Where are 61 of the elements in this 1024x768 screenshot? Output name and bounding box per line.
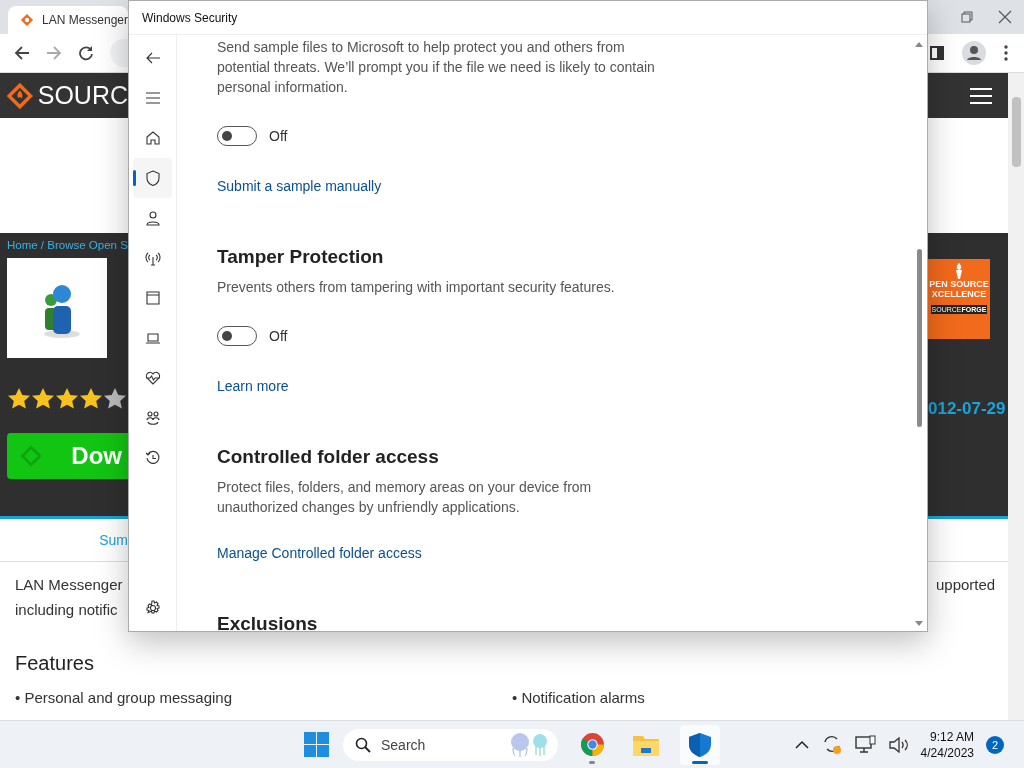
taskbar-app[interactable]	[680, 724, 720, 765]
people-icon	[144, 410, 161, 426]
close-icon[interactable]	[997, 10, 1012, 24]
section-heading: Exclusions	[217, 613, 318, 631]
window-icon	[144, 290, 161, 306]
menu-icon	[144, 90, 161, 106]
restore-icon[interactable]	[960, 11, 973, 23]
laptop-icon	[144, 330, 161, 346]
section-heading: Controlled folder access	[217, 446, 439, 468]
scrollbar[interactable]	[1008, 73, 1024, 720]
nav-item[interactable]	[133, 158, 172, 198]
notification-badge[interactable]: 2	[986, 735, 1004, 754]
back-icon[interactable]	[14, 45, 30, 61]
start-icon[interactable]	[304, 732, 329, 757]
chrome-icon	[579, 732, 605, 757]
link[interactable]: Manage Controlled folder access	[217, 545, 422, 561]
date-text: 012-07-29	[928, 399, 1006, 419]
link[interactable]: Submit a sample manually	[217, 178, 382, 194]
section-description: Protect files, folders, and memory areas on your device from unauthorized changes by unfriendly applications.	[217, 478, 593, 517]
home-icon	[144, 130, 161, 146]
history-icon	[144, 450, 161, 466]
shield-icon	[144, 170, 161, 186]
search-icon	[355, 736, 371, 753]
diamond-icon	[20, 12, 34, 28]
person-icon	[144, 210, 161, 226]
scroll-down-icon[interactable]	[915, 621, 923, 627]
feature-item: • Notification alarms	[512, 689, 646, 706]
search-box[interactable]: Search	[343, 728, 558, 761]
profile-icon[interactable]	[962, 41, 986, 65]
side-panel-icon[interactable]	[930, 46, 944, 60]
clock[interactable]: 9:12 AM 4/24/2023	[920, 729, 974, 760]
description-text: LAN Messenger	[15, 576, 123, 593]
search-field[interactable]: Search	[379, 735, 498, 754]
heart-pulse-icon	[144, 370, 161, 386]
window-title: Windows Security	[142, 10, 238, 25]
more-icon[interactable]	[1004, 45, 1008, 61]
logo-text[interactable]: SOURC	[37, 81, 128, 110]
section-description: Prevents others from tampering with important security features.	[217, 278, 616, 297]
antenna-icon	[144, 250, 161, 266]
shield-icon	[688, 731, 712, 758]
network-icon[interactable]	[854, 734, 877, 755]
description-text: including notific	[15, 601, 118, 618]
link[interactable]: Learn more	[217, 378, 289, 394]
menu-icon[interactable]	[970, 86, 992, 105]
toggle-label: Off	[269, 128, 288, 144]
folder-icon	[633, 733, 659, 756]
section-description: Send sample files to Microsoft to help protect you and others from potential threats. We’ll prompt you if the file we need is likely to contain personal information.	[217, 38, 656, 97]
feature-item: • Personal and group messaging	[15, 689, 234, 706]
section-heading: Tamper Protection	[217, 246, 384, 268]
scroll-up-icon[interactable]	[915, 41, 923, 47]
volume-icon[interactable]	[888, 736, 909, 753]
features-heading: Features	[15, 652, 95, 675]
settings-icon	[144, 600, 161, 616]
toggle-label: Off	[269, 328, 288, 344]
chevron-up-icon[interactable]	[794, 739, 809, 750]
torch-icon	[954, 263, 964, 279]
breadcrumb[interactable]: Home / Browse Open S	[7, 239, 128, 251]
description-text: upported	[936, 576, 996, 593]
back-icon	[144, 50, 161, 66]
reload-icon[interactable]	[78, 45, 94, 61]
browser-tab[interactable]: LAN Messenger	[8, 6, 128, 34]
